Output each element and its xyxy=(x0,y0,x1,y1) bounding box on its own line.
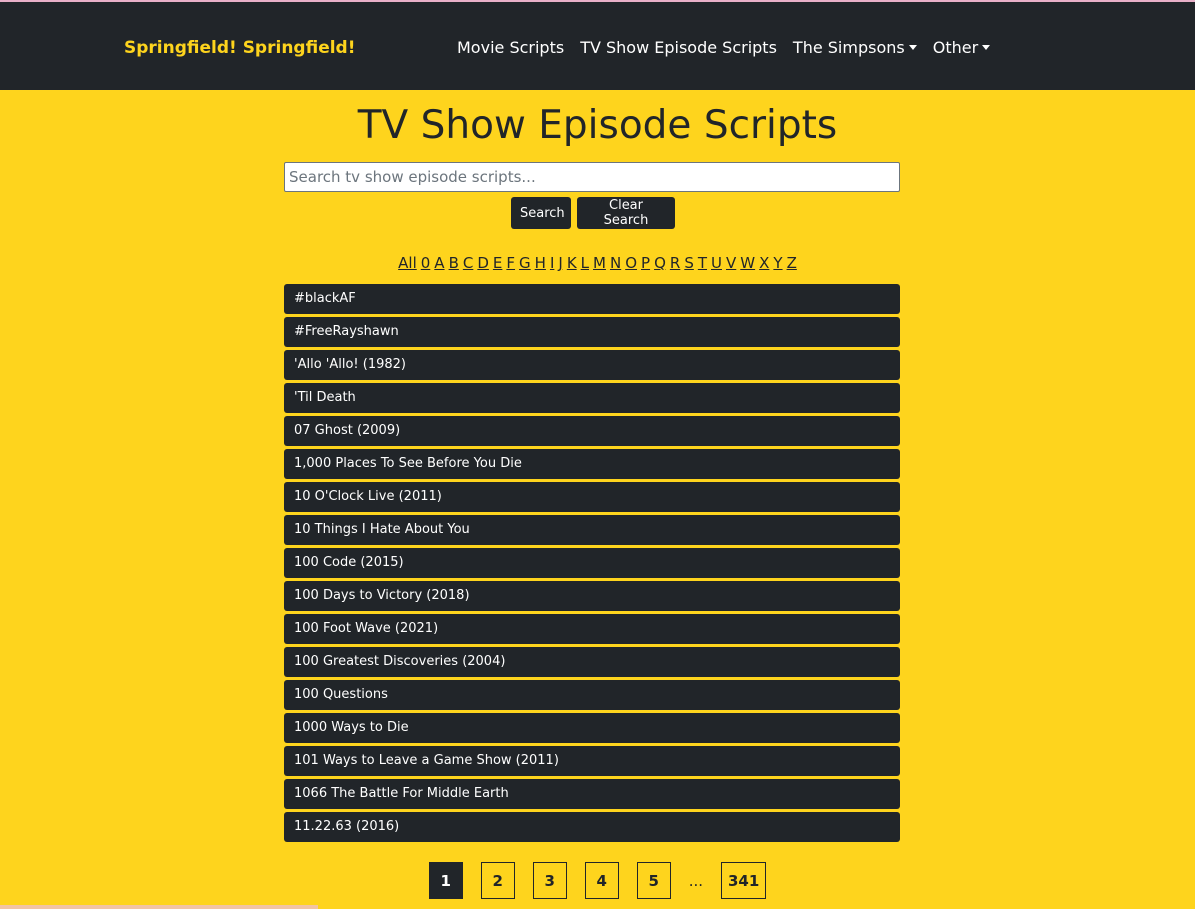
page-3-button[interactable]: 3 xyxy=(532,862,567,899)
caret-down-icon xyxy=(908,45,917,50)
alphabet-filter: All 0 A B C D E F G H I J K L M N O P Q R S T U V W X Y Z xyxy=(0,254,1195,272)
nav-label: Other xyxy=(932,38,979,57)
list-item[interactable]: 100 Days to Victory (2018) xyxy=(284,581,900,611)
page-4-button[interactable]: 4 xyxy=(584,862,619,899)
alpha-link-w[interactable]: W xyxy=(740,254,755,272)
nav-tv-show-scripts[interactable]: TV Show Episode Scripts xyxy=(580,38,777,57)
list-item[interactable]: 1000 Ways to Die xyxy=(284,713,900,743)
alpha-link-l[interactable]: L xyxy=(581,254,589,272)
alpha-link-a[interactable]: A xyxy=(434,254,444,272)
alpha-link-v[interactable]: V xyxy=(726,254,736,272)
navbar: Springfield! Springfield! Movie Scripts … xyxy=(0,2,1195,90)
caret-down-icon xyxy=(982,45,991,50)
page-title: TV Show Episode Scripts xyxy=(357,103,838,148)
alpha-link-y[interactable]: Y xyxy=(773,254,782,272)
list-item[interactable]: 'Til Death xyxy=(284,383,900,413)
list-item[interactable]: #blackAF xyxy=(284,284,900,314)
alpha-link-o[interactable]: O xyxy=(625,254,637,272)
list-item[interactable]: 100 Questions xyxy=(284,680,900,710)
alpha-link-x[interactable]: X xyxy=(759,254,769,272)
nav-label: The Simpsons xyxy=(792,38,905,57)
alpha-link-z[interactable]: Z xyxy=(787,254,797,272)
list-item[interactable]: #FreeRayshawn xyxy=(284,317,900,347)
alpha-link-g[interactable]: G xyxy=(519,254,531,272)
alpha-link-n[interactable]: N xyxy=(610,254,621,272)
list-item[interactable]: 07 Ghost (2009) xyxy=(284,416,900,446)
alpha-link-r[interactable]: R xyxy=(670,254,680,272)
page-5-button[interactable]: 5 xyxy=(636,862,671,899)
list-item[interactable]: 100 Greatest Discoveries (2004) xyxy=(284,647,900,677)
page-1-button[interactable]: 1 xyxy=(428,862,463,899)
page-2-button[interactable]: 2 xyxy=(480,862,515,899)
alpha-link-all[interactable]: All xyxy=(398,254,417,272)
pagination-ellipsis: ... xyxy=(688,871,703,890)
alpha-link-c[interactable]: C xyxy=(463,254,473,272)
alpha-link-i[interactable]: I xyxy=(550,254,554,272)
list-item[interactable]: 1,000 Places To See Before You Die xyxy=(284,449,900,479)
clear-search-button[interactable]: Clear Search xyxy=(577,197,675,229)
list-item[interactable]: 10 O'Clock Live (2011) xyxy=(284,482,900,512)
alpha-link-s[interactable]: S xyxy=(684,254,694,272)
show-list: #blackAF #FreeRayshawn 'Allo 'Allo! (1982)… xyxy=(284,284,900,845)
list-item[interactable]: 11.22.63 (2016) xyxy=(284,812,900,842)
alpha-link-k[interactable]: K xyxy=(567,254,577,272)
alpha-link-e[interactable]: E xyxy=(493,254,502,272)
main-nav: Movie Scripts TV Show Episode Scripts Th… xyxy=(457,38,991,57)
nav-label: TV Show Episode Scripts xyxy=(580,38,777,57)
alpha-link-q[interactable]: Q xyxy=(654,254,666,272)
list-item[interactable]: 10 Things I Hate About You xyxy=(284,515,900,545)
pagination: 1 2 3 4 5... 341 xyxy=(0,862,1195,899)
list-item[interactable]: 'Allo 'Allo! (1982) xyxy=(284,350,900,380)
nav-the-simpsons-dropdown[interactable]: The Simpsons xyxy=(793,38,917,57)
alpha-link-b[interactable]: B xyxy=(449,254,459,272)
nav-movie-scripts[interactable]: Movie Scripts xyxy=(457,38,564,57)
page-last-button[interactable]: 341 xyxy=(721,862,767,899)
alpha-link-j[interactable]: J xyxy=(558,254,562,272)
alpha-link-p[interactable]: P xyxy=(641,254,650,272)
alpha-link-h[interactable]: H xyxy=(535,254,546,272)
alpha-link-m[interactable]: M xyxy=(593,254,606,272)
list-item[interactable]: 100 Foot Wave (2021) xyxy=(284,614,900,644)
bottom-strip xyxy=(0,905,318,909)
list-item[interactable]: 101 Ways to Leave a Game Show (2011) xyxy=(284,746,900,776)
alpha-link-t[interactable]: T xyxy=(698,254,707,272)
alpha-link-d[interactable]: D xyxy=(477,254,489,272)
brand-link[interactable]: Springfield! Springfield! xyxy=(124,38,355,58)
alpha-link-0[interactable]: 0 xyxy=(421,254,431,272)
list-item[interactable]: 100 Code (2015) xyxy=(284,548,900,578)
alpha-link-f[interactable]: F xyxy=(506,254,515,272)
alpha-link-u[interactable]: U xyxy=(711,254,722,272)
nav-label: Movie Scripts xyxy=(457,38,565,57)
list-item[interactable]: 1066 The Battle For Middle Earth xyxy=(284,779,900,809)
nav-other-dropdown[interactable]: Other xyxy=(932,38,991,57)
search-input[interactable] xyxy=(284,162,900,192)
search-button[interactable]: Search xyxy=(511,197,571,229)
